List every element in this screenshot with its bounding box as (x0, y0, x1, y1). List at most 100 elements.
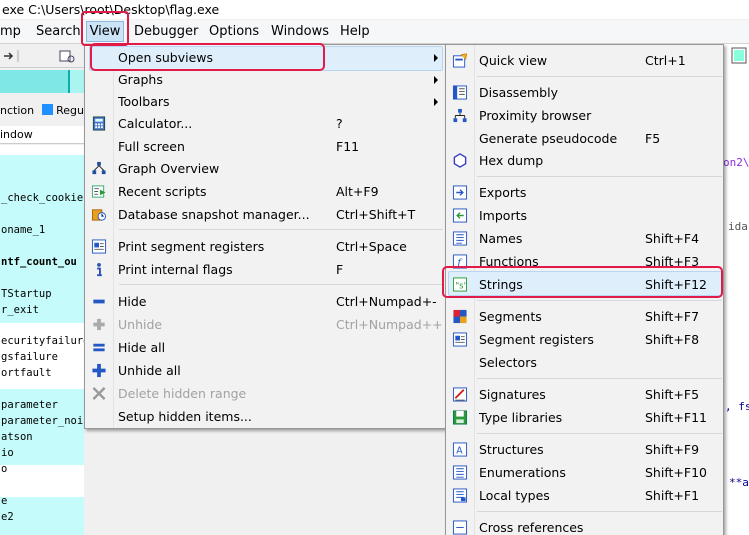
proximity-browser-icon (453, 108, 467, 123)
function-row[interactable]: o (0, 461, 84, 477)
enumerations-icon (452, 465, 468, 480)
menu-separator (477, 176, 722, 177)
function-row[interactable]: ortfault (0, 365, 84, 381)
function-row[interactable]: gsfailure (0, 349, 84, 365)
menu-item-label: Recent scripts (118, 184, 207, 199)
submenu-item-type-libraries[interactable]: Type libraries Shift+F11 (447, 406, 724, 429)
segment-registers-icon (452, 332, 468, 347)
menu-search[interactable]: Search (36, 24, 81, 40)
menu-item-unhide-all[interactable]: Unhide all (86, 359, 446, 382)
menu-item-label: Unhide all (118, 363, 181, 378)
submenu-item-quick-view[interactable]: Quick view Ctrl+1 (447, 49, 724, 72)
menu-item-hide-all[interactable]: Hide all (86, 336, 446, 359)
submenu-item-generate-pseudocode[interactable]: Generate pseudocode F5 (447, 127, 724, 150)
menu-item-unhide[interactable]: Unhide Ctrl+Numpad++ (86, 313, 446, 336)
menu-item-label: Setup hidden items... (118, 409, 252, 424)
code-fragment: , fs (725, 400, 749, 413)
menu-item-hide[interactable]: Hide Ctrl+Numpad+- (86, 290, 446, 313)
toolbar (0, 44, 90, 68)
minus-icon (93, 299, 105, 304)
function-row[interactable]: atson (0, 429, 84, 445)
menu-debugger[interactable]: Debugger (134, 24, 198, 40)
function-row[interactable]: e (0, 493, 84, 509)
menu-item-print-segment-registers[interactable]: Print segment registers Ctrl+Space (86, 235, 446, 258)
function-row[interactable]: r_exit (0, 302, 84, 318)
menu-item-label: Cross references (479, 520, 584, 535)
menu-item-database-snapshot-manager[interactable]: Database snapshot manager... Ctrl+Shift+… (86, 203, 446, 226)
view-menu: Open subviews Graphs Toolbars Calculator… (84, 44, 446, 429)
toolbar-icons[interactable] (2, 48, 82, 64)
menu-item-shortcut: Shift+F1 (645, 488, 700, 503)
legend-row: nction Regu (0, 103, 84, 119)
function-row[interactable]: e2 (0, 509, 84, 525)
menu-item-label: Toolbars (118, 94, 170, 109)
menu-item-label: Local types (479, 488, 550, 503)
submenu-item-signatures[interactable]: Signatures Shift+F5 (447, 383, 724, 406)
pane-close-icon[interactable] (731, 47, 749, 65)
submenu-item-imports[interactable]: Imports (447, 204, 724, 227)
menu-item-label: Disassembly (479, 85, 558, 100)
menu-help[interactable]: Help (340, 24, 370, 40)
recent-scripts-icon (91, 185, 106, 198)
menu-item-shortcut: ? (336, 116, 343, 131)
menu-item-label: Selectors (479, 355, 537, 370)
menu-item-shortcut: F (336, 262, 344, 277)
function-row[interactable]: oname_1 (0, 222, 84, 238)
menu-item-label: Print segment registers (118, 239, 265, 254)
submenu-item-exports[interactable]: Exports (447, 181, 724, 204)
imports-icon (452, 208, 468, 223)
menu-item-label: Names (479, 231, 523, 246)
menu-item-delete-hidden-range[interactable]: Delete hidden range (86, 382, 446, 405)
menu-item-print-internal-flags[interactable]: Print internal flags F (86, 258, 446, 281)
menu-item-shortcut: Shift+F10 (645, 465, 707, 480)
menu-separator (477, 511, 722, 512)
navigation-band-segment (0, 70, 70, 93)
menu-item-label: Structures (479, 442, 544, 457)
menu-item-graph-overview[interactable]: Graph Overview (86, 157, 446, 180)
function-row[interactable]: parameter (0, 397, 84, 413)
function-row[interactable]: _check_cookie( (0, 190, 84, 206)
menu-item-graphs[interactable]: Graphs (86, 68, 446, 91)
submenu-arrow-icon (434, 54, 438, 62)
graph-overview-icon (92, 161, 106, 175)
menu-item-calculator[interactable]: Calculator... ? (86, 112, 446, 135)
menu-item-shortcut: Ctrl+Numpad+- (336, 294, 437, 309)
function-row[interactable]: ntf_count_ou (0, 254, 84, 270)
menu-item-shortcut: Ctrl+1 (645, 53, 686, 68)
menu-item-shortcut: Shift+F8 (645, 332, 700, 347)
submenu-item-proximity-browser[interactable]: Proximity browser (447, 104, 724, 127)
menu-item-shortcut: Shift+F4 (645, 231, 700, 246)
snapshot-manager-icon (91, 209, 107, 221)
menu-item-label: Graphs (118, 72, 163, 87)
submenu-item-hex-dump[interactable]: Hex dump (447, 149, 724, 172)
menu-item-recent-scripts[interactable]: Recent scripts Alt+F9 (86, 180, 446, 203)
submenu-item-disassembly[interactable]: Disassembly (447, 81, 724, 104)
exports-icon (452, 185, 468, 200)
menu-jump[interactable]: mp (0, 24, 21, 40)
menu-item-label: Enumerations (479, 465, 566, 480)
submenu-item-selectors[interactable]: Selectors (447, 351, 724, 374)
legend-function-label: nction (0, 104, 35, 117)
menu-options[interactable]: Options (209, 24, 259, 40)
function-row[interactable]: io (0, 445, 84, 461)
view-menu-highlight (81, 11, 129, 46)
submenu-item-structures[interactable]: A Structures Shift+F9 (447, 438, 724, 461)
submenu-item-cross-references[interactable]: Cross references (447, 516, 724, 535)
menu-item-label: Full screen (118, 139, 185, 154)
menu-windows[interactable]: Windows (271, 24, 329, 40)
submenu-item-names[interactable]: Names Shift+F4 (447, 227, 724, 250)
menu-item-full-screen[interactable]: Full screen F11 (86, 135, 446, 158)
hide-all-icon (93, 343, 105, 352)
submenu-item-segments[interactable]: Segments Shift+F7 (447, 305, 724, 328)
menu-item-toolbars[interactable]: Toolbars (86, 90, 446, 113)
function-row[interactable]: parameter_noin (0, 413, 84, 429)
menu-item-label: Segments (479, 309, 542, 324)
menu-item-setup-hidden-items[interactable]: Setup hidden items... (86, 405, 446, 428)
menu-item-label: Generate pseudocode (479, 131, 618, 146)
submenu-item-local-types[interactable]: Local types Shift+F1 (447, 484, 724, 507)
legend-regular-swatch (41, 104, 53, 115)
submenu-item-segment-registers[interactable]: Segment registers Shift+F8 (447, 328, 724, 351)
function-row[interactable]: TStartup (0, 286, 84, 302)
submenu-item-enumerations[interactable]: Enumerations Shift+F10 (447, 461, 724, 484)
function-row[interactable]: ecurityfailure (0, 333, 84, 349)
